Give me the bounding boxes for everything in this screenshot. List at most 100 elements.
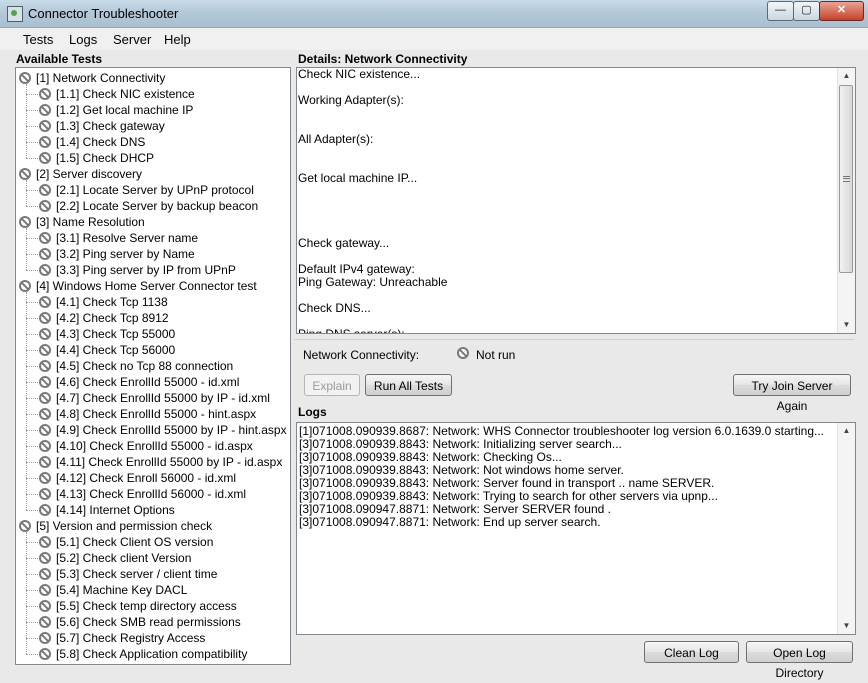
tree-test-item[interactable]: [4.3] Check Tcp 55000 xyxy=(39,326,175,342)
tree-test-item[interactable]: [4.14] Internet Options xyxy=(39,502,175,518)
tree-test-item[interactable]: [4.12] Check Enroll 56000 - id.xml xyxy=(39,470,236,486)
tree-item-label: [2] Server discovery xyxy=(36,167,143,181)
details-scroll-thumb[interactable] xyxy=(839,85,853,273)
tree-test-item[interactable]: [1.5] Check DHCP xyxy=(39,150,154,166)
tree-item-label: [4.7] Check EnrollId 55000 by IP - id.xm… xyxy=(56,391,270,405)
clean-log-button[interactable]: Clean Log xyxy=(644,641,739,663)
explain-button[interactable]: Explain xyxy=(304,374,360,396)
tree-item-label: [4.8] Check EnrollId 55000 - hint.aspx xyxy=(56,407,257,421)
available-tests-tree[interactable]: [1] Network Connectivity [1.1] Check NIC … xyxy=(15,67,291,665)
tree-test-item[interactable]: [5.7] Check Registry Access xyxy=(39,630,205,646)
menu-bar: Tests Logs Server Help xyxy=(0,28,868,50)
tree-item-label: [5.2] Check client Version xyxy=(56,551,192,565)
tree-item-label: [1.4] Check DNS xyxy=(56,135,146,149)
tree-test-item[interactable]: [5.5] Check temp directory access xyxy=(39,598,237,614)
open-log-directory-button[interactable]: Open Log Directory xyxy=(746,641,853,680)
tree-test-item[interactable]: [4.5] Check no Tcp 88 connection xyxy=(39,358,233,374)
tree-item-label: [5.4] Machine Key DACL xyxy=(56,583,188,597)
tree-item-label: [1] Network Connectivity xyxy=(36,71,166,85)
tree-connector-line xyxy=(26,254,38,255)
minimize-button[interactable]: — xyxy=(767,1,794,21)
tree-test-item[interactable]: [1.1] Check NIC existence xyxy=(39,86,195,102)
tree-test-item[interactable]: [1.2] Get local machine IP xyxy=(39,102,193,118)
log-scroll-down-arrow-icon[interactable]: ▼ xyxy=(838,618,855,634)
menu-help[interactable]: Help xyxy=(164,32,191,47)
tree-test-item[interactable]: [4.1] Check Tcp 1138 xyxy=(39,294,168,310)
tree-group-item[interactable]: [2] Server discovery xyxy=(19,166,142,182)
maximize-button[interactable]: ▢ xyxy=(793,1,820,21)
tree-test-item[interactable]: [4.8] Check EnrollId 55000 - hint.aspx xyxy=(39,406,256,422)
tree-test-item[interactable]: [5.2] Check client Version xyxy=(39,550,191,566)
not-run-icon xyxy=(39,488,51,500)
tree-connector-line xyxy=(26,206,38,207)
tree-group-item[interactable]: [4] Windows Home Server Connector test xyxy=(19,278,257,294)
tree-test-item[interactable]: [3.1] Resolve Server name xyxy=(39,230,198,246)
log-scroll-up-arrow-icon[interactable]: ▲ xyxy=(838,423,855,439)
not-run-icon xyxy=(39,600,51,612)
tree-test-item[interactable]: [2.2] Locate Server by backup beacon xyxy=(39,198,258,214)
tree-test-item[interactable]: [4.7] Check EnrollId 55000 by IP - id.xm… xyxy=(39,390,270,406)
details-text: Check NIC existence... Working Adapter(s… xyxy=(298,67,448,334)
not-run-icon xyxy=(39,120,51,132)
not-run-icon xyxy=(39,440,51,452)
tree-connector-line xyxy=(26,398,38,399)
tree-test-item[interactable]: [4.6] Check EnrollId 55000 - id.xml xyxy=(39,374,239,390)
tree-test-item[interactable]: [2.1] Locate Server by UPnP protocol xyxy=(39,182,254,198)
tree-item-label: [5.7] Check Registry Access xyxy=(56,631,206,645)
menu-server[interactable]: Server xyxy=(113,32,151,47)
tree-test-item[interactable]: [4.13] Check EnrollId 56000 - id.xml xyxy=(39,486,246,502)
tree-group-item[interactable]: [5] Version and permission check xyxy=(19,518,212,534)
tree-test-item[interactable]: [4.10] Check EnrollId 55000 - id.aspx xyxy=(39,438,253,454)
not-run-icon xyxy=(19,520,31,532)
tree-item-label: [4.3] Check Tcp 55000 xyxy=(56,327,176,341)
details-label: Details: Network Connectivity xyxy=(298,52,468,66)
tree-test-item[interactable]: [5.8] Check Application compatibility xyxy=(39,646,247,662)
not-run-icon xyxy=(39,424,51,436)
tree-test-item[interactable]: [4.11] Check EnrollId 55000 by IP - id.a… xyxy=(39,454,282,470)
scroll-down-arrow-icon[interactable]: ▼ xyxy=(838,317,855,333)
scroll-up-arrow-icon[interactable]: ▲ xyxy=(838,68,855,84)
tree-connector-line xyxy=(26,84,27,158)
details-panel[interactable]: Check NIC existence... Working Adapter(s… xyxy=(296,67,856,334)
tree-item-label: [5.5] Check temp directory access xyxy=(56,599,237,613)
tree-test-item[interactable]: [5.1] Check Client OS version xyxy=(39,534,213,550)
details-scrollbar[interactable]: ▲ ▼ xyxy=(837,68,855,333)
tree-test-item[interactable]: [4.9] Check EnrollId 55000 by IP - hint.… xyxy=(39,422,287,438)
tree-group-item[interactable]: [3] Name Resolution xyxy=(19,214,145,230)
run-all-tests-button[interactable]: Run All Tests xyxy=(365,374,452,396)
not-run-icon xyxy=(19,280,31,292)
log-line: [3]071008.090947.8871: Network: End up s… xyxy=(299,515,601,529)
log-panel[interactable]: ▲ ▼ [1]071008.090939.8687: Network: WHS … xyxy=(296,422,856,635)
tree-test-item[interactable]: [1.4] Check DNS xyxy=(39,134,145,150)
not-run-icon xyxy=(39,88,51,100)
tree-connector-line xyxy=(26,110,38,111)
tree-test-item[interactable]: [1.3] Check gateway xyxy=(39,118,165,134)
tree-connector-line xyxy=(26,228,27,270)
tree-connector-line xyxy=(26,510,38,511)
tree-connector-line xyxy=(26,462,38,463)
tree-test-item[interactable]: [5.3] Check server / client time xyxy=(39,566,217,582)
tree-connector-line xyxy=(26,190,38,191)
tree-test-item[interactable]: [5.6] Check SMB read permissions xyxy=(39,614,241,630)
tree-test-item[interactable]: [5.4] Machine Key DACL xyxy=(39,582,187,598)
tree-test-item[interactable]: [4.4] Check Tcp 56000 xyxy=(39,342,175,358)
tree-test-item[interactable]: [3.2] Ping server by Name xyxy=(39,246,195,262)
tree-item-label: [5.1] Check Client OS version xyxy=(56,535,214,549)
tree-test-item[interactable]: [3.3] Ping server by IP from UPnP xyxy=(39,262,236,278)
logs-label: Logs xyxy=(298,405,327,419)
log-scrollbar[interactable]: ▲ ▼ xyxy=(837,423,855,634)
tree-connector-line xyxy=(26,270,38,271)
tree-connector-line xyxy=(26,414,38,415)
tree-group-item[interactable]: [1] Network Connectivity xyxy=(19,70,165,86)
close-button[interactable]: ✕ xyxy=(819,1,864,21)
not-run-icon xyxy=(39,152,51,164)
app-icon xyxy=(7,6,23,22)
window-title: Connector Troubleshooter xyxy=(28,6,179,21)
tree-connector-line xyxy=(26,158,38,159)
tree-test-item[interactable]: [4.2] Check Tcp 8912 xyxy=(39,310,169,326)
not-run-icon xyxy=(39,264,51,276)
menu-logs[interactable]: Logs xyxy=(69,32,97,47)
try-join-server-again-button[interactable]: Try Join Server Again xyxy=(733,374,851,413)
tree-connector-line xyxy=(26,94,38,95)
menu-tests[interactable]: Tests xyxy=(23,32,53,47)
